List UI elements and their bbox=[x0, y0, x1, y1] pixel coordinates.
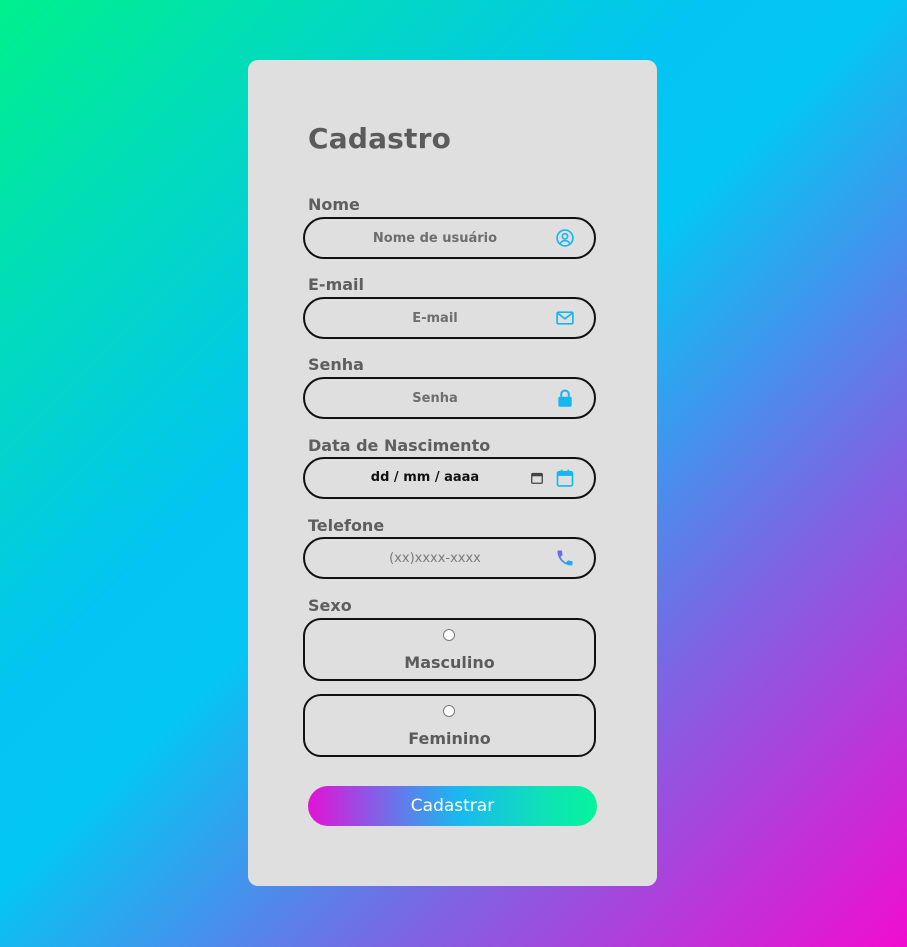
lock-icon bbox=[558, 389, 572, 407]
radio-option-masculino[interactable]: Masculino bbox=[303, 618, 596, 681]
phone-input[interactable] bbox=[305, 539, 565, 577]
birthdate-field[interactable]: dd / mm / aaaa bbox=[303, 457, 596, 499]
form-title: Cadastro bbox=[308, 122, 452, 155]
name-field-wrapper bbox=[303, 217, 596, 259]
radio-option-feminino[interactable]: Feminino bbox=[303, 694, 596, 757]
birthdate-label: Data de Nascimento bbox=[308, 436, 491, 455]
envelope-icon bbox=[556, 311, 574, 325]
register-button[interactable]: Cadastrar bbox=[308, 786, 597, 826]
phone-label: Telefone bbox=[308, 516, 385, 535]
birthdate-input[interactable]: dd / mm / aaaa bbox=[305, 459, 545, 497]
email-input[interactable] bbox=[305, 299, 565, 337]
password-field-wrapper bbox=[303, 377, 596, 419]
sex-label: Sexo bbox=[308, 596, 352, 615]
phone-field-wrapper bbox=[303, 537, 596, 579]
date-picker-icon[interactable] bbox=[531, 472, 543, 484]
radio-button-masculino[interactable] bbox=[443, 629, 455, 641]
calendar-icon bbox=[556, 469, 574, 487]
email-label: E-mail bbox=[308, 275, 365, 294]
name-label: Nome bbox=[308, 195, 360, 214]
radio-label-masculino: Masculino bbox=[404, 653, 495, 672]
registration-card: Cadastro Nome E-mail Senha Data de Nasci… bbox=[248, 60, 657, 886]
name-input[interactable] bbox=[305, 219, 565, 257]
password-label: Senha bbox=[308, 355, 364, 374]
user-circle-icon bbox=[556, 229, 574, 247]
email-field-wrapper bbox=[303, 297, 596, 339]
radio-label-feminino: Feminino bbox=[408, 729, 491, 748]
phone-icon bbox=[557, 550, 573, 566]
radio-button-feminino[interactable] bbox=[443, 705, 455, 717]
password-input[interactable] bbox=[305, 379, 565, 417]
